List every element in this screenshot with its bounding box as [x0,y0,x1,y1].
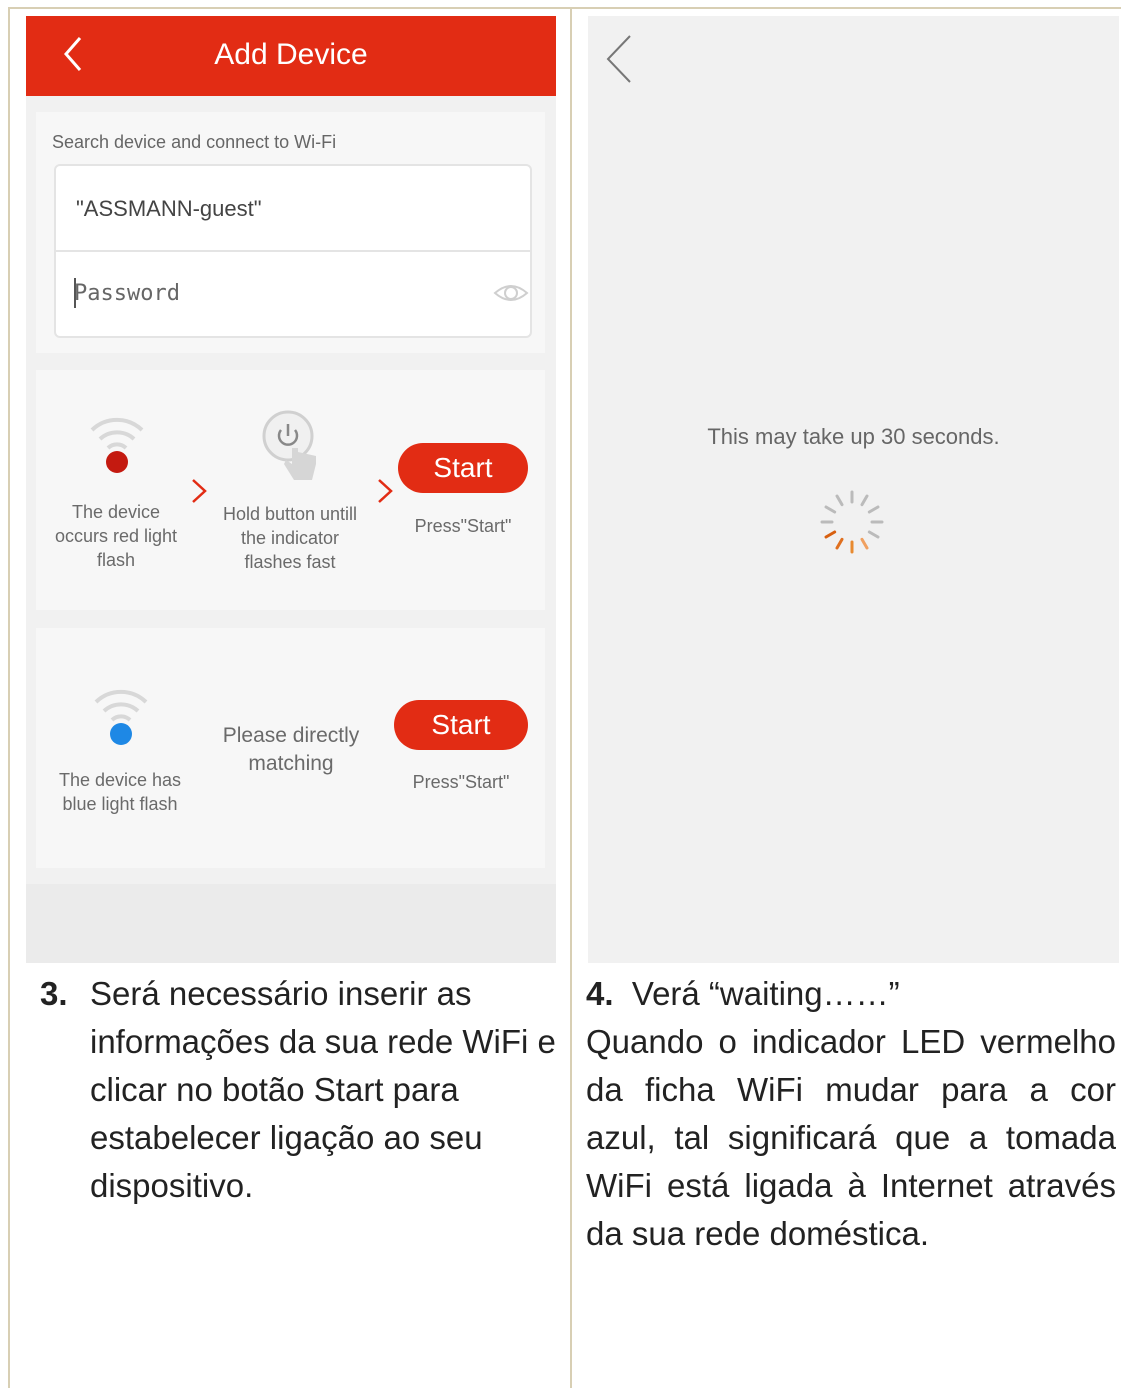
wait-text: This may take up 30 seconds. [707,424,1000,449]
wifi-hint: Search device and connect to Wi-Fi [52,132,337,152]
caption-heading: 4. Verá “waiting……” [586,970,1116,1018]
step2-text: Please directly matching [222,724,360,775]
step1-text: The device occurs red light flash [54,502,178,570]
table-border-left [8,7,10,1388]
table-border-top [8,7,1121,9]
add-device-screen: Add Device Search device and connect to … [26,16,556,963]
chevron-right-icon [378,479,393,503]
caption-line: Verá “waiting……” [631,975,900,1012]
chevron-left-icon[interactable] [602,32,638,86]
table-divider [570,7,572,1388]
eye-icon[interactable] [492,278,530,308]
press-start-text: Press"Start" [412,772,510,792]
press-start-text: Press"Start" [414,516,512,536]
caption-text: Será necessário inserir as informações d… [90,975,556,1204]
wifi-icon [94,689,148,745]
caption-text: Quando o indicador LED vermelho da ficha… [586,1023,1116,1252]
wifi-icon [90,417,144,473]
ssid-field[interactable]: "ASSMANN-guest" [76,196,262,222]
red-light-card: The device occurs red light flash Hold b… [36,370,545,610]
start-button[interactable]: Start [394,700,528,750]
password-field[interactable]: Password [74,281,180,306]
loading-spinner-icon [820,490,884,554]
power-touch-icon [262,410,316,480]
step2-text: Hold button untill the indicator flashes… [222,504,358,572]
field-divider [56,250,530,252]
bottom-area [26,884,556,963]
wifi-fields: "ASSMANN-guest" Password [54,164,532,338]
text-caret [74,278,76,308]
start-button[interactable]: Start [398,443,528,493]
waiting-screen: This may take up 30 seconds. [588,16,1119,963]
page-title: Add Device [214,38,368,71]
step-number: 3. [40,975,68,1012]
wifi-card: Search device and connect to Wi-Fi "ASSM… [36,112,545,353]
blue-light-card: The device has blue light flash Please d… [36,628,545,868]
chevron-right-icon [192,479,207,503]
caption-step-4: 4. Verá “waiting……” Quando o indicador L… [586,970,1116,1258]
step1-text: The device has blue light flash [58,770,182,814]
app-bar: Add Device [26,16,556,96]
step-number: 4. [586,975,614,1012]
